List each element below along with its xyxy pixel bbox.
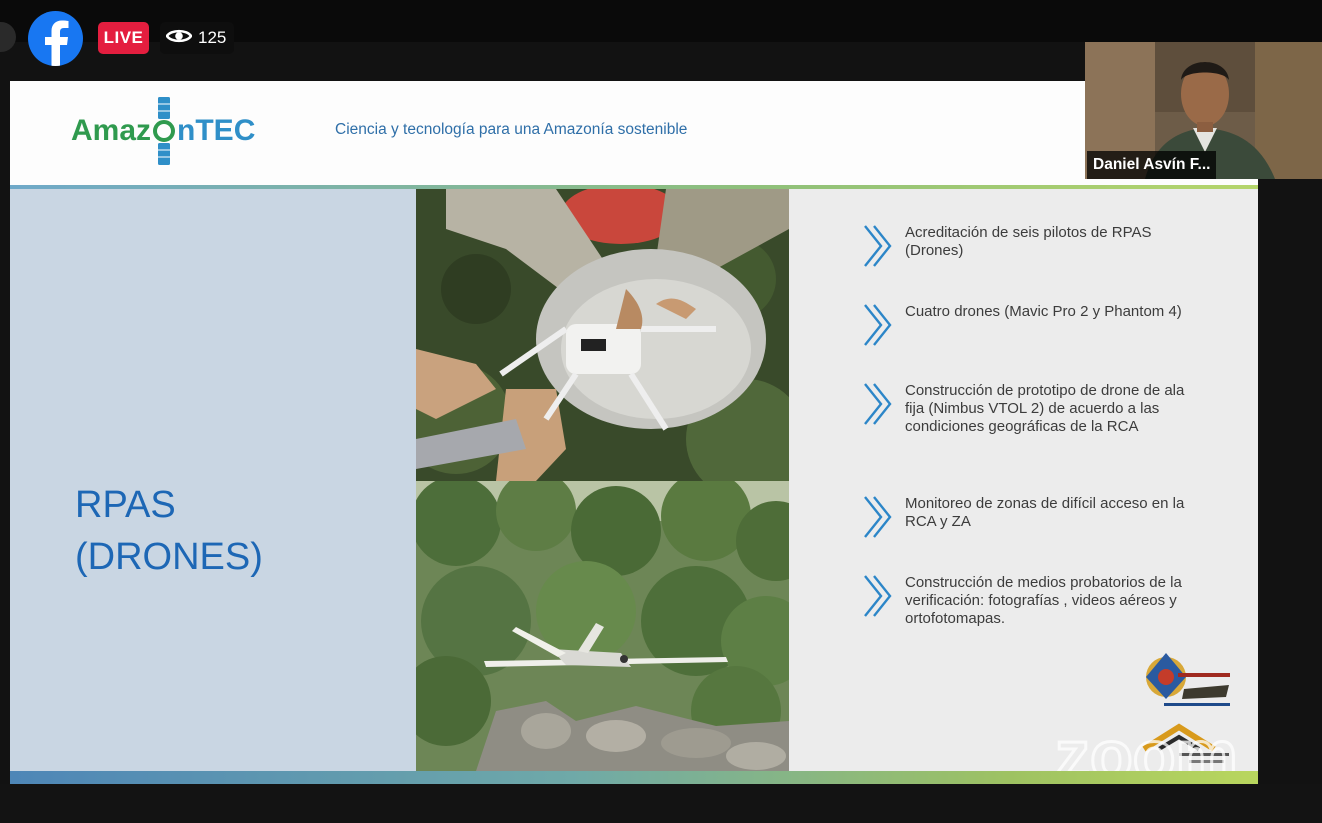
title-panel: RPAS (DRONES) xyxy=(10,189,416,771)
viewer-count-badge: 125 xyxy=(160,22,235,54)
amazontec-logo: Amaz nTEC xyxy=(71,97,255,165)
live-stream-view: LIVE 125 Amaz nTEC Ciencia y tecnología … xyxy=(0,0,1322,823)
fixed-wing-drone-photo xyxy=(416,481,789,771)
drone-assembly-photo xyxy=(416,189,789,481)
slide-tagline: Ciencia y tecnología para una Amazonía s… xyxy=(335,121,688,138)
slide-title: RPAS (DRONES) xyxy=(75,484,263,578)
bullet-item: Acreditación de seis pilotos de RPAS (Dr… xyxy=(861,224,1205,268)
eye-icon xyxy=(165,28,193,49)
reserve-emblem-logo xyxy=(1146,653,1230,706)
participant-name: Daniel Asvín F... xyxy=(1087,151,1217,179)
stream-bottom-bar xyxy=(0,784,1322,823)
live-badge: LIVE xyxy=(98,22,149,54)
double-chevron-icon xyxy=(864,383,892,425)
double-chevron-icon xyxy=(864,225,892,267)
satellite-icon xyxy=(152,97,176,165)
viewer-count: 125 xyxy=(198,28,227,47)
bullet-item: Cuatro drones (Mavic Pro 2 y Phantom 4) xyxy=(861,303,1205,347)
double-chevron-icon xyxy=(864,496,892,538)
bullet-item: Construcción de prototipo de drone de al… xyxy=(861,382,1205,436)
bullet-item: Construcción de medios probatorios de la… xyxy=(861,574,1205,628)
bullet-item: Monitoreo de zonas de difícil acceso en … xyxy=(861,495,1205,539)
double-chevron-icon xyxy=(864,575,892,617)
double-chevron-icon xyxy=(864,304,892,346)
footer-divider xyxy=(10,771,1258,784)
slide-header: Amaz nTEC Ciencia y tecnología para una … xyxy=(10,81,1258,185)
participant-video[interactable]: Daniel Asvín F... xyxy=(1085,42,1322,179)
facebook-icon[interactable] xyxy=(28,11,83,66)
shared-slide: Amaz nTEC Ciencia y tecnología para una … xyxy=(10,81,1258,784)
